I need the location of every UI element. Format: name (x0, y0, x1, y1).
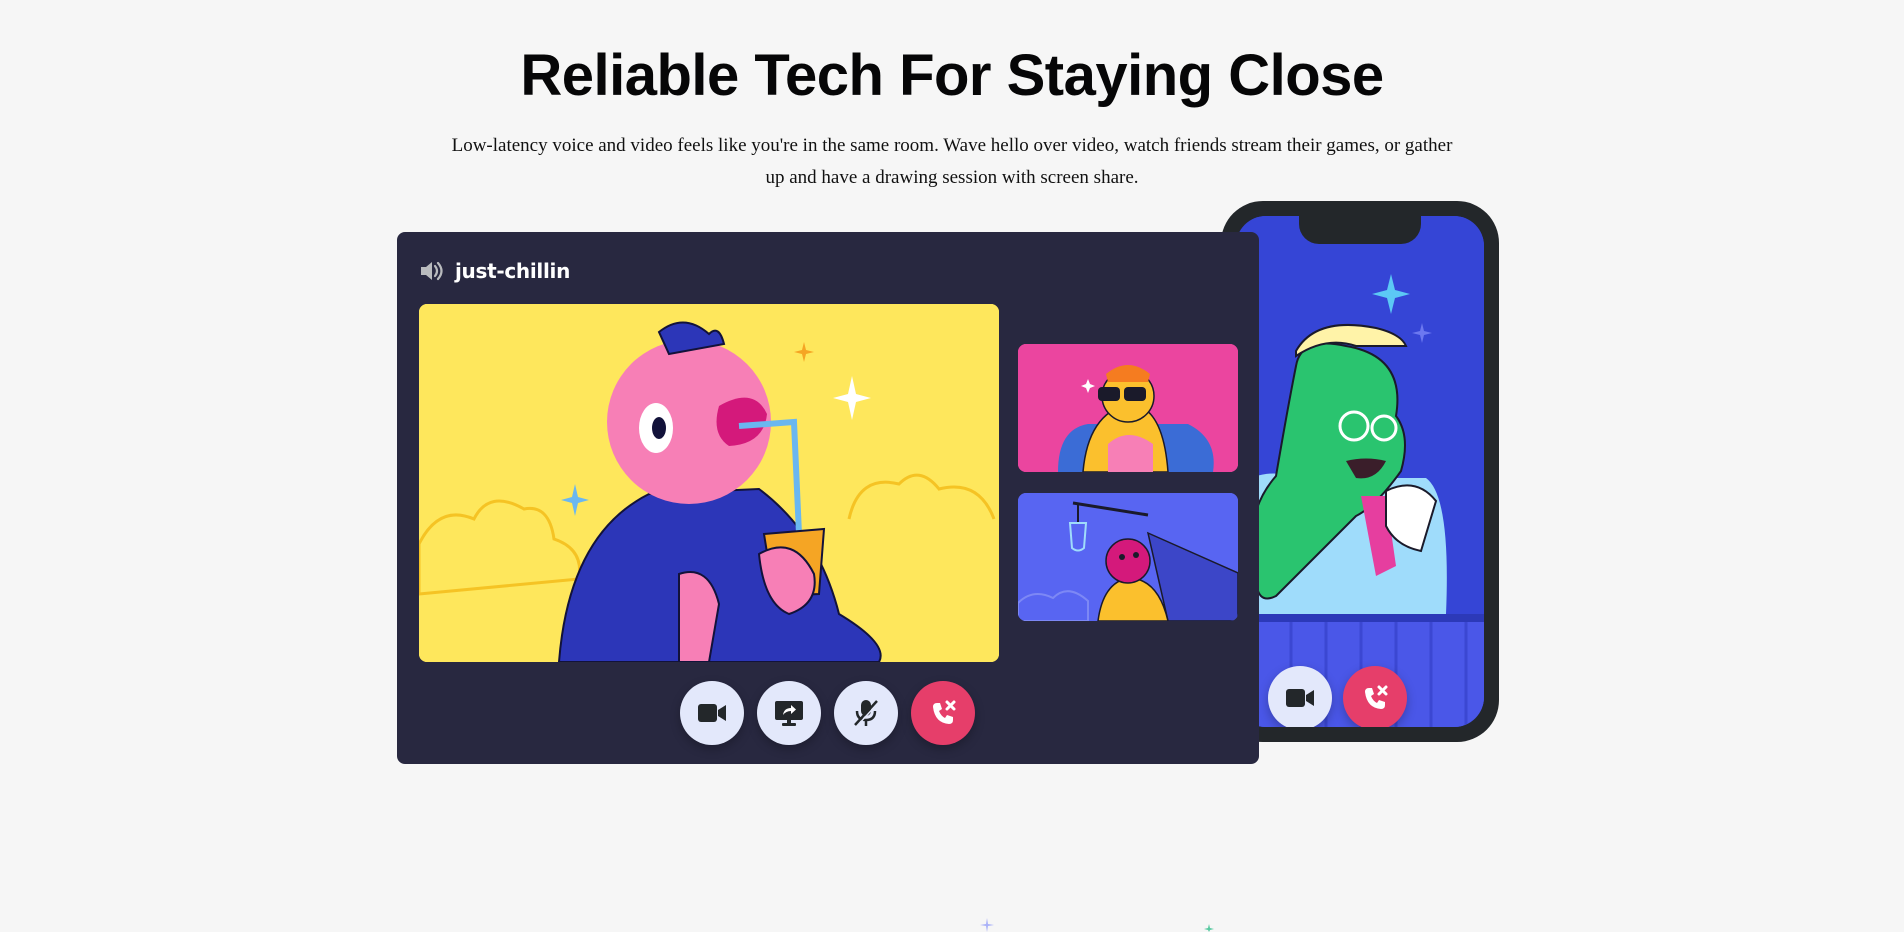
participant-illustration-pink (1018, 493, 1238, 621)
video-toggle-button[interactable] (680, 681, 744, 745)
phone-mockup (1221, 201, 1499, 742)
hang-up-icon (933, 700, 956, 724)
phone-call-controls (1236, 666, 1484, 727)
mic-muted-icon (854, 700, 880, 727)
phone-hangup-button[interactable] (1343, 666, 1407, 727)
mute-toggle-button[interactable] (834, 681, 898, 745)
phone-screen (1236, 216, 1484, 727)
main-video-tile[interactable] (419, 304, 999, 662)
phone-video-illustration (1236, 216, 1484, 727)
speaker-icon (421, 261, 443, 281)
channel-header: just-chillin (419, 256, 570, 286)
video-camera-icon (698, 704, 726, 722)
video-camera-icon (1286, 689, 1314, 707)
participant-illustration-sunglasses (1018, 344, 1238, 472)
participant-video-tile[interactable] (1018, 493, 1238, 621)
hero-description: Low-latency voice and video feels like y… (451, 135, 1453, 188)
hero-title: Reliable Tech For Staying Close (520, 43, 1384, 108)
sparkle-icon (980, 918, 994, 932)
screen-share-button[interactable] (757, 681, 821, 745)
main-video-illustration (419, 304, 999, 662)
call-controls (680, 681, 975, 745)
channel-name: just-chillin (455, 259, 571, 283)
participant-video-tile[interactable] (1018, 344, 1238, 472)
hang-up-button[interactable] (911, 681, 975, 745)
voice-call-window: just-chillin (397, 232, 1259, 764)
hang-up-icon (1365, 685, 1388, 709)
sparkle-icon (1204, 924, 1214, 932)
phone-notch (1299, 216, 1421, 244)
phone-video-button[interactable] (1268, 666, 1332, 727)
screen-share-icon (775, 701, 803, 726)
